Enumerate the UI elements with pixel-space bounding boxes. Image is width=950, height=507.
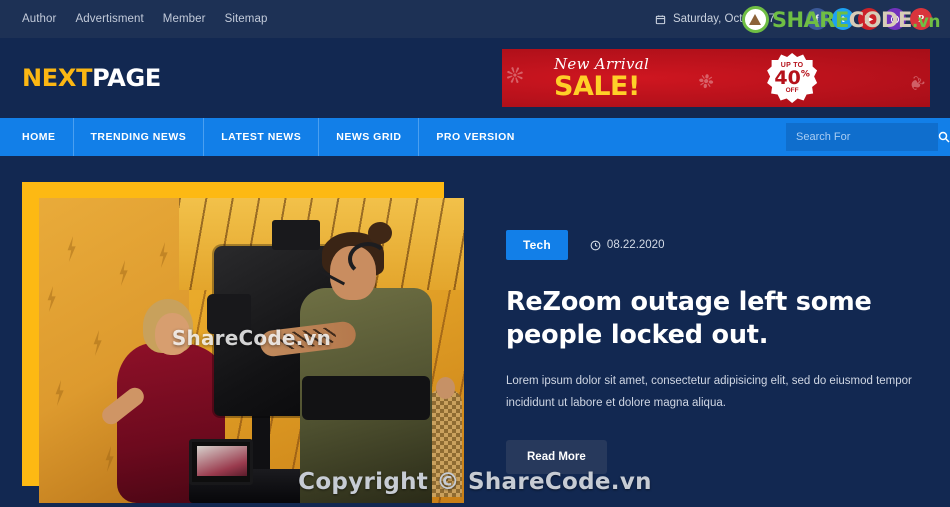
top-bar: Author Advertisment Member Sitemap Satur… — [0, 0, 950, 38]
nav-item-home[interactable]: HOME — [22, 118, 74, 156]
search-input[interactable] — [796, 131, 938, 143]
nav-item-latest-news[interactable]: LATEST NEWS — [204, 118, 320, 156]
twitter-icon[interactable]: t — [832, 8, 854, 30]
date-display: Saturday, October 7 — [655, 13, 791, 25]
top-bar-right: Saturday, October 7 f t ▶ ◎ P — [655, 8, 932, 30]
nav-item-pro-version[interactable]: PRO VERSION — [419, 118, 531, 156]
ad-discount-badge: UP TO 40% OFF — [767, 53, 818, 103]
nav-item-list: HOME TRENDING NEWS LATEST NEWS NEWS GRID… — [22, 118, 532, 156]
read-more-button[interactable]: Read More — [506, 439, 607, 474]
leaf-decoration-icon: ❦ — [904, 71, 929, 97]
top-bar-links: Author Advertisment Member Sitemap — [22, 13, 267, 25]
image-watermark: ShareCode.vn — [171, 326, 332, 350]
ad-title: SALE! — [554, 70, 640, 102]
advertisement-banner[interactable]: ❊ ❉ ❦ New Arrival SALE! UP TO 40% OFF — [502, 49, 930, 107]
ad-text-block: New Arrival SALE! — [554, 54, 650, 102]
featured-image[interactable]: ShareCode.vn — [39, 198, 464, 503]
site-logo[interactable]: NEXTPAGE — [22, 64, 161, 92]
date-text: Saturday, October 7 — [672, 13, 775, 25]
article-headline[interactable]: ReZoom outage left some people locked ou… — [506, 286, 896, 352]
top-link-member[interactable]: Member — [163, 13, 206, 25]
article-date: 08.22.2020 — [590, 239, 665, 251]
top-link-advertisment[interactable]: Advertisment — [75, 13, 143, 25]
site-header: NEXTPAGE ❊ ❉ ❦ New Arrival SALE! UP TO 4… — [0, 38, 950, 118]
calendar-icon — [655, 14, 666, 24]
featured-article: Tech 08.22.2020 ReZoom outage left some … — [464, 182, 930, 507]
nav-item-news-grid[interactable]: NEWS GRID — [319, 118, 420, 156]
category-badge-tech[interactable]: Tech — [506, 230, 568, 260]
search-box[interactable] — [786, 123, 950, 151]
leaf-decoration-icon: ❊ — [502, 60, 528, 91]
instagram-icon[interactable]: ◎ — [884, 8, 906, 30]
article-date-text: 08.22.2020 — [606, 239, 665, 251]
logo-next: NEXT — [22, 64, 93, 92]
search-icon[interactable] — [938, 131, 950, 143]
article-meta: Tech 08.22.2020 — [506, 230, 930, 260]
pinterest-icon[interactable]: P — [910, 8, 932, 30]
youtube-icon[interactable]: ▶ — [858, 8, 880, 30]
main-navigation: HOME TRENDING NEWS LATEST NEWS NEWS GRID… — [0, 118, 950, 156]
nav-item-trending-news[interactable]: TRENDING NEWS — [74, 118, 205, 156]
main-content: ShareCode.vn Tech 08.22.2020 ReZoom outa… — [0, 156, 950, 507]
featured-image-block[interactable]: ShareCode.vn — [22, 182, 464, 503]
social-icon-list: f t ▶ ◎ P — [792, 8, 932, 30]
logo-page: PAGE — [92, 64, 162, 92]
article-excerpt: Lorem ipsum dolor sit amet, consectetur … — [506, 375, 912, 409]
ad-badge-off: OFF — [785, 86, 799, 94]
ad-headline: New Arrival — [554, 54, 650, 73]
ad-badge-number: 40% — [774, 67, 810, 90]
top-link-author[interactable]: Author — [22, 13, 56, 25]
clock-icon — [590, 240, 601, 250]
facebook-icon[interactable]: f — [806, 8, 828, 30]
top-link-sitemap[interactable]: Sitemap — [225, 13, 268, 25]
leaf-decoration-icon: ❉ — [696, 70, 716, 95]
